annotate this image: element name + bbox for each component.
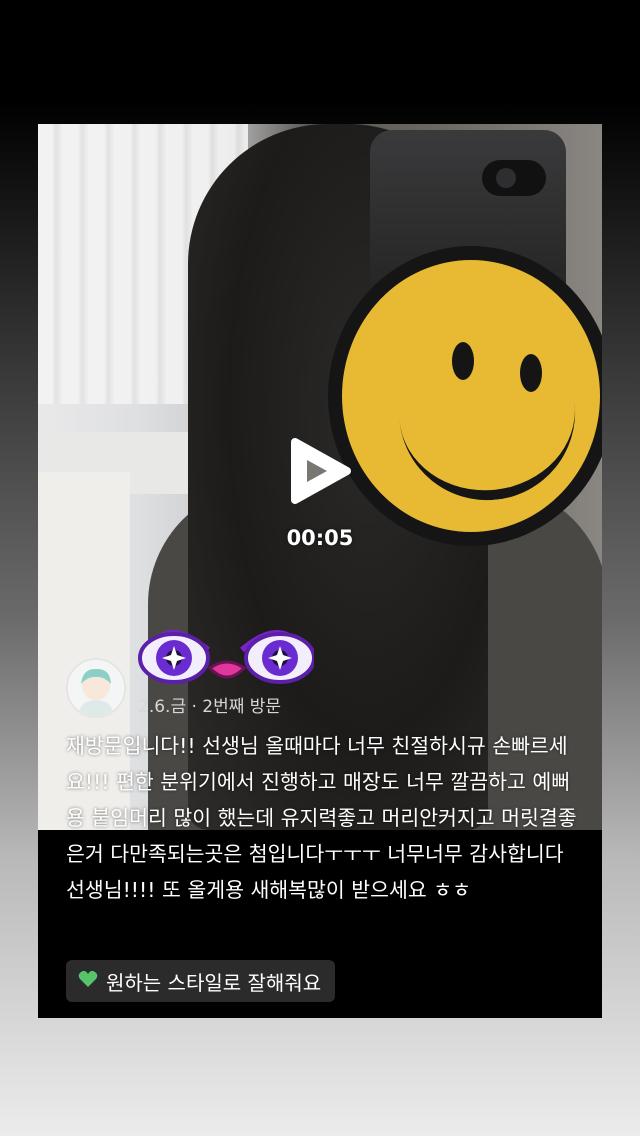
reviewer-avatar[interactable] bbox=[66, 658, 126, 718]
review-card: 00:05 2.6.금 · 2번째 방문 재방문입니다!! 선생님 올때마다 너… bbox=[38, 124, 602, 1018]
tag-label: 원하는 스타일로 잘해줘요 bbox=[106, 970, 322, 995]
visit-info: 2.6.금 · 2번째 방문 bbox=[138, 697, 282, 717]
green-heart-icon bbox=[78, 969, 98, 993]
video-duration: 00:05 bbox=[286, 526, 354, 550]
review-video-thumbnail[interactable]: 00:05 bbox=[38, 124, 602, 830]
play-icon[interactable] bbox=[287, 436, 353, 506]
review-keyword-tag[interactable]: 원하는 스타일로 잘해줘요 bbox=[66, 960, 336, 1002]
review-text: 재방문입니다!! 선생님 올때마다 너무 친절하시규 손빠르세요!!! 편한 분… bbox=[66, 734, 577, 902]
eyes-lips-sticker bbox=[134, 612, 316, 698]
video-controls: 00:05 bbox=[38, 436, 602, 550]
